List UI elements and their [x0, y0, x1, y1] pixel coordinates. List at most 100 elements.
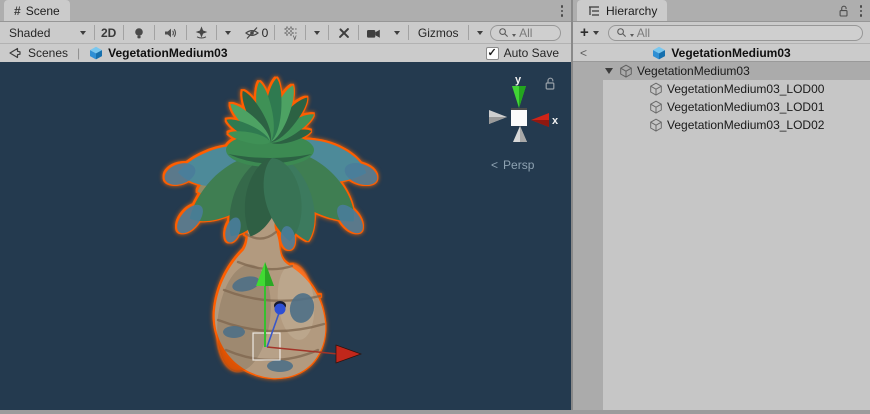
breadcrumb-scenes[interactable]: Scenes — [7, 46, 68, 60]
hierarchy-toolbar: + All — [573, 22, 870, 44]
divider — [305, 25, 306, 40]
axis-back-cone[interactable] — [489, 110, 507, 124]
hierarchy-panel: Hierarchy + All < — [573, 0, 870, 410]
prefab-stage-title[interactable]: VegetationMedium03 — [652, 46, 790, 60]
lighting-toggle-button[interactable] — [125, 23, 154, 43]
breadcrumb-root-label: Scenes — [28, 46, 68, 60]
search-icon — [616, 27, 627, 38]
persp-label: Persp — [503, 158, 534, 172]
axis-x-label: x — [552, 115, 559, 127]
scene-menu-icon[interactable] — [559, 3, 566, 19]
tab-hierarchy[interactable]: Hierarchy — [577, 0, 667, 21]
persp-chevron-icon: < — [491, 158, 498, 172]
visibility-icon — [244, 26, 260, 40]
axis-y-cone[interactable] — [512, 86, 526, 108]
camera-dropdown[interactable] — [386, 23, 407, 43]
hierarchy-tabbar: Hierarchy — [573, 0, 870, 22]
tree-row-lod02[interactable]: VegetationMedium03_LOD02 — [573, 116, 870, 134]
divider — [186, 25, 187, 40]
breadcrumb-separator: | — [77, 46, 80, 60]
scene-tab-icon: # — [14, 4, 21, 18]
divider — [274, 25, 275, 40]
hierarchy-tab-icon — [587, 4, 601, 18]
scene-viewport[interactable]: y x < — [0, 62, 571, 410]
hierarchy-tree: VegetationMedium03 VegetationMedium03_LO… — [573, 62, 870, 410]
camera-icon — [366, 26, 381, 40]
projection-toggle[interactable]: < Persp — [491, 158, 534, 172]
divider — [358, 25, 359, 40]
search-filter-dropdown-icon — [512, 34, 516, 37]
toggle-2d-button[interactable]: 2D — [96, 23, 122, 43]
camera-settings-button[interactable] — [360, 23, 386, 43]
gizmos-button[interactable]: Gizmos — [410, 23, 467, 43]
axis-x-cone[interactable] — [531, 113, 549, 127]
scene-search-input[interactable]: All — [490, 25, 561, 41]
grid-icon: y — [283, 25, 298, 40]
scene-tabbar: # Scene — [0, 0, 571, 22]
prefab-stage-title-label: VegetationMedium03 — [671, 46, 790, 60]
hidden-count: 0 — [262, 26, 269, 40]
toggle-2d-label: 2D — [101, 26, 116, 40]
audio-icon — [163, 26, 178, 40]
hierarchy-search-input[interactable]: All — [608, 25, 863, 41]
hierarchy-search-value: All — [637, 26, 650, 40]
tree-row-lod00[interactable]: VegetationMedium03_LOD00 — [573, 80, 870, 98]
divider — [154, 25, 155, 40]
auto-save-checkbox[interactable]: ✓ — [486, 47, 499, 60]
gizmo-x-axis-handle[interactable] — [267, 345, 361, 363]
axis-y-label: y — [515, 74, 522, 86]
draw-mode-label: Shaded — [9, 26, 50, 40]
search-icon — [498, 27, 509, 38]
tree-row-label: VegetationMedium03 — [637, 64, 750, 78]
gizmos-label: Gizmos — [418, 26, 459, 40]
scene-panel: # Scene Shaded 2D — [0, 0, 571, 410]
divider — [408, 25, 409, 40]
divider — [94, 25, 95, 40]
lock-icon[interactable] — [839, 5, 849, 17]
divider — [328, 25, 329, 40]
breadcrumb-current[interactable]: VegetationMedium03 — [89, 46, 227, 60]
effects-icon — [194, 25, 209, 40]
axis-down-cone[interactable] — [513, 126, 527, 142]
chevron-down-icon — [80, 31, 86, 35]
search-filter-dropdown-icon — [630, 34, 634, 37]
scene-toolbar: Shaded 2D — [0, 22, 571, 44]
draw-mode-dropdown[interactable]: Shaded — [2, 23, 93, 43]
component-tools-button[interactable] — [330, 23, 357, 43]
chevron-down-icon — [314, 31, 320, 35]
tree-row-label: VegetationMedium03_LOD00 — [667, 82, 824, 96]
scene-tab-label: Scene — [26, 4, 60, 18]
tree-row-lod01[interactable]: VegetationMedium03_LOD01 — [573, 98, 870, 116]
gizmo-lock-icon[interactable] — [545, 77, 556, 90]
plus-icon: + — [580, 24, 589, 41]
tab-scene[interactable]: # Scene — [4, 0, 70, 21]
audio-toggle-button[interactable] — [156, 23, 185, 43]
prefab-back-button[interactable]: < — [580, 46, 587, 60]
gameobject-icon — [649, 82, 663, 96]
create-object-button[interactable]: + — [578, 24, 601, 41]
chevron-down-icon — [593, 31, 599, 35]
axis-center-cube[interactable] — [511, 110, 527, 126]
divider — [468, 25, 469, 40]
disclosure-triangle-icon[interactable] — [605, 68, 613, 74]
auto-save-control: ✓ Auto Save — [486, 46, 559, 60]
gameobject-icon — [649, 118, 663, 132]
gameobject-icon — [649, 100, 663, 114]
chevron-down-icon — [225, 31, 231, 35]
prefab-stage-header: < VegetationMedium03 — [573, 44, 870, 62]
chevron-down-icon — [477, 31, 483, 35]
grid-dropdown[interactable] — [307, 23, 328, 43]
scene-search-value: All — [519, 26, 532, 40]
tree-row-label: VegetationMedium03_LOD02 — [667, 118, 824, 132]
panel-splitter[interactable] — [571, 0, 573, 410]
effects-dropdown[interactable] — [218, 23, 239, 43]
effects-toggle-button[interactable] — [188, 23, 215, 43]
hierarchy-menu-icon[interactable] — [858, 3, 865, 19]
tree-row-label: VegetationMedium03_LOD01 — [667, 100, 824, 114]
auto-save-label: Auto Save — [504, 46, 559, 60]
breadcrumb-current-label: VegetationMedium03 — [108, 46, 227, 60]
scene-visibility-button[interactable]: 0 — [238, 23, 273, 43]
grid-visibility-button[interactable]: y — [276, 23, 303, 43]
tree-row-root[interactable]: VegetationMedium03 — [573, 62, 870, 80]
gizmos-dropdown[interactable] — [470, 23, 491, 43]
